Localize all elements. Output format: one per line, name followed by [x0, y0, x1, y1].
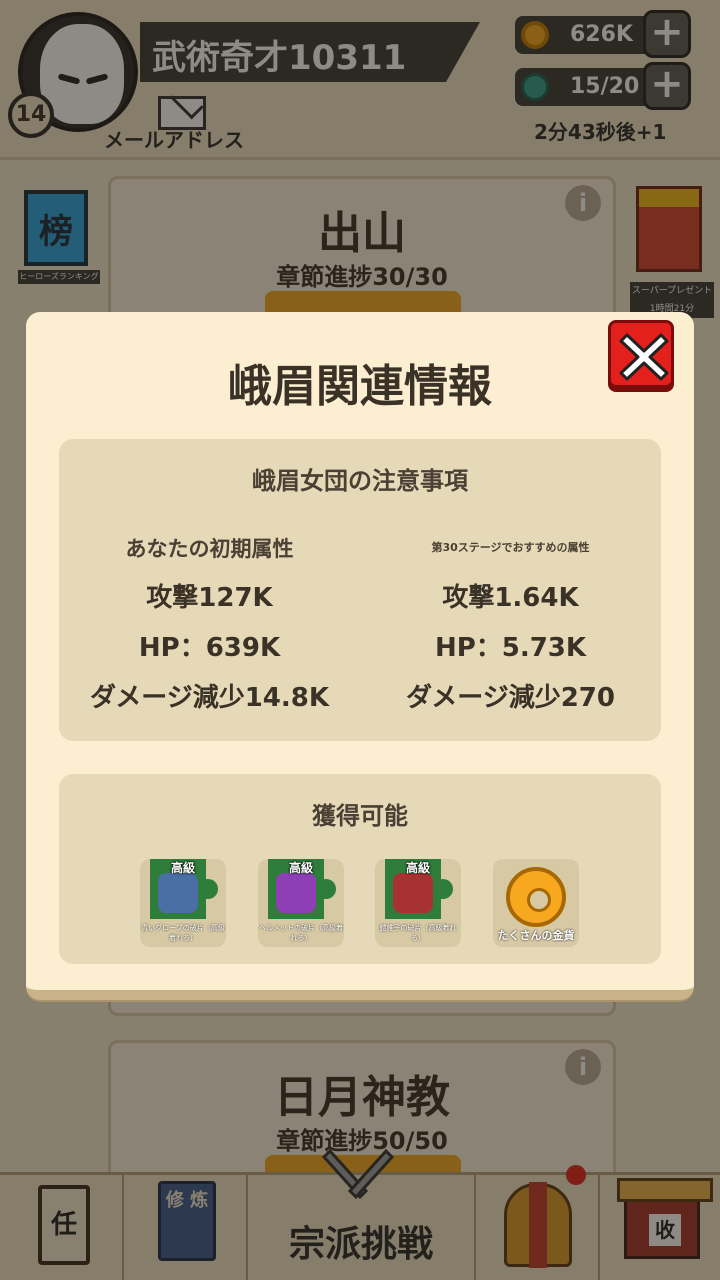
notice-panel: 峨眉女団の注意事項 あなたの初期属性 攻撃127K HP：639K ダメージ減少… — [59, 439, 661, 741]
your-attack: 攻撃127K — [146, 583, 273, 613]
dialog-title: 峨眉関連情報 — [228, 361, 492, 412]
recommended-hp: HP：5.73K — [434, 633, 587, 663]
emei-info-dialog: 峨眉関連情報 峨眉女団の注意事項 あなたの初期属性 攻撃127K HP：639K… — [26, 312, 694, 1000]
rewards-title: 獲得可能 — [312, 802, 408, 830]
reward-caption: たくさんの金貨 — [497, 929, 575, 942]
reward-item[interactable]: たくさんの金貨 — [493, 859, 579, 947]
rewards-panel: 獲得可能 高級 青いグローブの破片（高級着れる） 高級 ヘルメットの破片（高級着… — [59, 774, 661, 964]
reward-item[interactable]: 高級 鎧帷子の破片（高級着れる） — [375, 859, 461, 947]
reward-caption: 青いグローブの破片（高級着れる） — [141, 924, 225, 942]
your-hp: HP：639K — [138, 633, 281, 663]
your-stats-heading: あなたの初期属性 — [125, 537, 294, 561]
reward-item[interactable]: 高級 青いグローブの破片（高級着れる） — [140, 859, 226, 947]
reward-caption: 鎧帷子の破片（高級着れる） — [379, 924, 457, 942]
reward-rarity: 高級 — [288, 861, 313, 875]
glove-icon — [158, 873, 198, 913]
reward-item[interactable]: 高級 ヘルメットの破片（高級着れる） — [258, 859, 344, 947]
recommended-attack: 攻撃1.64K — [442, 583, 579, 613]
close-button[interactable] — [608, 320, 674, 388]
your-damage-reduction: ダメージ減少14.8K — [90, 683, 329, 713]
armor-icon — [393, 873, 433, 913]
reward-rarity: 高級 — [170, 861, 195, 875]
recommended-stats-heading: 第30ステージでおすすめの属性 — [431, 541, 590, 554]
reward-rarity: 高級 — [405, 861, 430, 875]
recommended-damage-reduction: ダメージ減少270 — [406, 683, 615, 713]
close-icon — [619, 333, 669, 381]
notice-title: 峨眉女団の注意事項 — [252, 467, 468, 495]
gold-coin-icon — [506, 867, 566, 927]
helmet-icon — [276, 873, 316, 913]
reward-caption: ヘルメットの破片（高級着れる） — [259, 924, 343, 942]
